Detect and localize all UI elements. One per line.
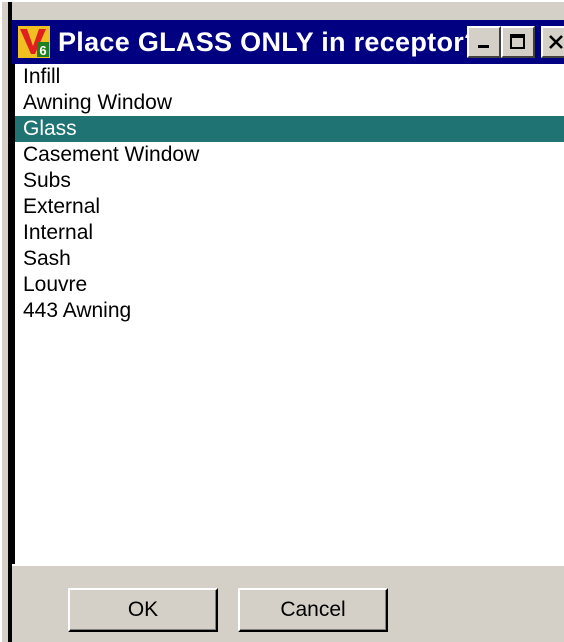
minimize-button[interactable] — [467, 26, 501, 58]
close-icon — [549, 35, 563, 49]
minimize-icon — [478, 45, 489, 48]
maximize-button[interactable] — [501, 26, 535, 58]
list-item-443-awning[interactable]: 443 Awning — [15, 298, 564, 324]
list-item-louvre[interactable]: Louvre — [15, 272, 564, 298]
list-item-casement-window[interactable]: Casement Window — [15, 142, 564, 168]
list-item-infill[interactable]: Infill — [15, 64, 564, 90]
ok-button[interactable]: OK — [68, 588, 218, 632]
list-item-subs[interactable]: Subs — [15, 168, 564, 194]
list-item-sash[interactable]: Sash — [15, 246, 564, 272]
list-item-external[interactable]: External — [15, 194, 564, 220]
dialog-title: Place GLASS ONLY in receptor? — [58, 26, 481, 57]
close-button[interactable] — [541, 26, 564, 58]
maximize-icon — [510, 34, 525, 49]
button-bar: OK Cancel — [12, 564, 564, 642]
receptor-listbox[interactable]: Infill Awning Window Glass Casement Wind… — [12, 64, 564, 564]
app-icon: 6 — [18, 26, 50, 58]
cancel-button[interactable]: Cancel — [238, 588, 388, 632]
svg-text:6: 6 — [39, 43, 46, 58]
list-item-glass[interactable]: Glass — [15, 116, 564, 142]
dialog-window: 6 Place GLASS ONLY in receptor? Infill A… — [0, 0, 564, 642]
list-item-awning-window[interactable]: Awning Window — [15, 90, 564, 116]
title-bar[interactable]: 6 Place GLASS ONLY in receptor? — [12, 20, 564, 64]
list-item-internal[interactable]: Internal — [15, 220, 564, 246]
